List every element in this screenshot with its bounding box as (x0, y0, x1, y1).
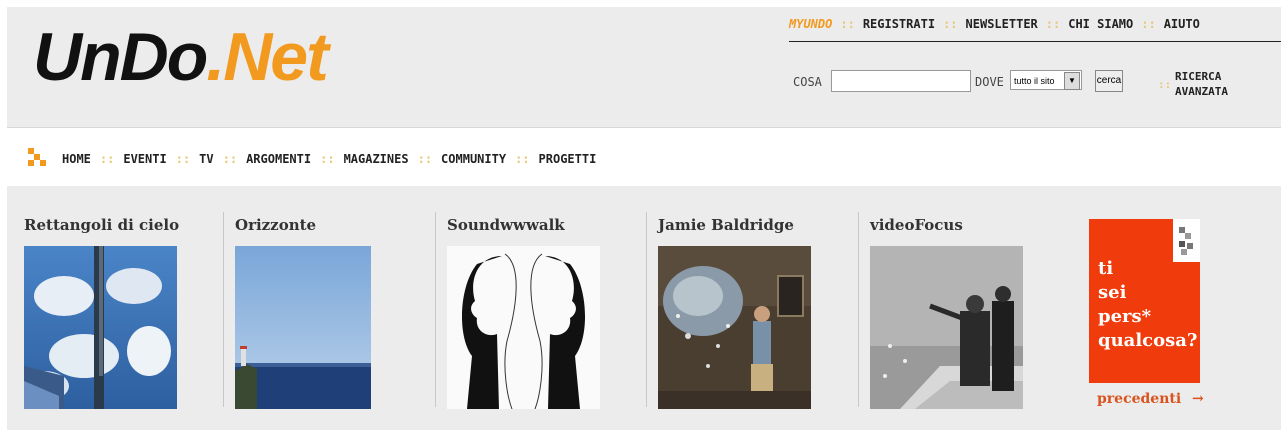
featured-content: Rettangoli di cielo Orizzonte Soundwwwal… (7, 186, 1281, 430)
card-image-sea[interactable] (235, 246, 371, 409)
logo-undo: UnDo (33, 19, 208, 95)
separator-icon: :: (1158, 78, 1172, 91)
separator-icon: :: (515, 152, 530, 166)
advanced-search-line2: AVANZATA (1175, 85, 1228, 98)
card-orizzonte[interactable]: Orizzonte (235, 216, 371, 409)
top-link-registrati[interactable]: REGISTRATI (863, 17, 935, 31)
card-soundwwwalk[interactable]: Soundwwwalk (447, 216, 600, 409)
card-title[interactable]: Jamie Baldridge (658, 216, 794, 234)
promo-text: ti sei pers* qualcosa? (1098, 258, 1198, 351)
separator-icon: :: (99, 152, 115, 166)
nav-magazines[interactable]: MAGAZINES (344, 152, 409, 166)
separator-icon: :: (840, 17, 855, 31)
nav-progetti[interactable]: PROGETTI (539, 152, 597, 166)
card-image-sky[interactable] (24, 246, 177, 409)
card-divider (435, 212, 436, 407)
top-link-chi-siamo[interactable]: CHI SIAMO (1068, 17, 1133, 31)
card-jamie-baldridge[interactable]: Jamie Baldridge (658, 216, 811, 409)
top-link-myundo[interactable]: MYUNDO (789, 17, 832, 31)
separator-icon: :: (1045, 17, 1061, 31)
card-title[interactable]: Orizzonte (235, 216, 316, 234)
separator-icon: :: (222, 152, 238, 166)
card-divider (223, 212, 224, 407)
nav-tv[interactable]: TV (199, 152, 213, 166)
nav-community[interactable]: COMMUNITY (441, 152, 506, 166)
separator-icon: :: (175, 152, 191, 166)
dove-select-value: tutto il sito (1014, 76, 1055, 86)
search-button[interactable]: cerca (1095, 70, 1123, 92)
cosa-input[interactable] (831, 70, 971, 92)
advanced-search-line1: RICERCA (1175, 70, 1222, 83)
card-title[interactable]: Rettangoli di cielo (24, 216, 179, 234)
arrow-right-icon: → (1192, 391, 1204, 407)
nav-argomenti[interactable]: ARGOMENTI (246, 152, 311, 166)
promo-logo-icon (1173, 219, 1200, 262)
nav-home[interactable]: HOME (62, 152, 91, 166)
logo-net: Net (223, 19, 329, 95)
site-logo[interactable]: UnDo.Net (33, 23, 329, 91)
nav-eventi[interactable]: EVENTI (123, 152, 166, 166)
top-link-aiuto[interactable]: AIUTO (1164, 17, 1200, 31)
dove-label: DOVE (975, 75, 1004, 89)
card-divider (858, 212, 859, 407)
cosa-label: COSA (793, 75, 822, 89)
card-divider (646, 212, 647, 407)
separator-icon: :: (943, 17, 958, 31)
promo-banner[interactable]: ti sei pers* qualcosa? (1089, 219, 1200, 383)
logo-dot: . (206, 19, 225, 95)
top-links-underline (789, 41, 1281, 42)
card-videofocus[interactable]: videoFocus (870, 216, 1023, 409)
top-link-newsletter[interactable]: NEWSLETTER (966, 17, 1038, 31)
chevron-down-icon[interactable]: ▼ (1064, 72, 1080, 90)
card-image-surreal-room[interactable] (658, 246, 811, 409)
separator-icon: :: (320, 152, 335, 166)
precedenti-link[interactable]: precedenti → (1097, 391, 1204, 407)
precedenti-label: precedenti (1097, 391, 1182, 407)
separator-icon: :: (417, 152, 433, 166)
card-title[interactable]: videoFocus (870, 216, 963, 234)
card-rettangoli-di-cielo[interactable]: Rettangoli di cielo (24, 216, 179, 409)
card-image-silhouettes[interactable] (447, 246, 600, 409)
nav-logo-icon (28, 148, 46, 166)
card-image-bw-men[interactable] (870, 246, 1023, 409)
separator-icon: :: (1141, 17, 1156, 31)
main-nav: HOME:: EVENTI:: TV:: ARGOMENTI:: MAGAZINES::… (7, 127, 1281, 187)
card-title[interactable]: Soundwwwalk (447, 216, 565, 234)
top-links: MYUNDO:: REGISTRATI:: NEWSLETTER:: CHI SIAM… (789, 17, 1200, 31)
dove-select[interactable]: tutto il sito ▼ (1010, 70, 1082, 90)
